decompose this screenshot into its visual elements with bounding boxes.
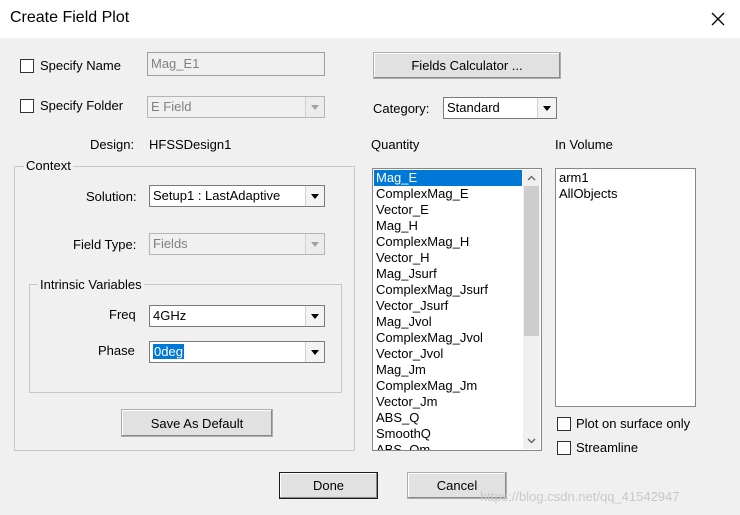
solution-value: Setup1 : LastAdaptive (153, 188, 281, 203)
list-item[interactable]: Mag_H (374, 218, 522, 234)
list-item[interactable]: Vector_Jsurf (374, 298, 522, 314)
streamline-label: Streamline (576, 440, 639, 455)
chevron-down-icon[interactable] (305, 186, 324, 206)
list-item[interactable]: Mag_Jm (374, 362, 522, 378)
design-value: HFSSDesign1 (149, 137, 232, 152)
chevron-down-icon[interactable] (305, 342, 324, 362)
list-item[interactable]: ABS_Q (374, 410, 522, 426)
scroll-down-icon[interactable] (523, 433, 540, 449)
context-group-label: Context (24, 158, 73, 173)
chevron-down-icon (305, 97, 324, 117)
quantity-items: Mag_E ComplexMag_E Vector_E Mag_H Comple… (374, 170, 522, 450)
specify-folder-label: Specify Folder (40, 98, 124, 113)
list-item[interactable]: ComplexMag_Jsurf (374, 282, 522, 298)
specify-folder-select: E Field (147, 96, 325, 118)
plot-on-surface-checkbox[interactable] (557, 417, 571, 431)
plot-on-surface-label: Plot on surface only (576, 416, 691, 431)
phase-select[interactable]: 0deg (149, 341, 325, 363)
solution-label: Solution: (86, 189, 137, 204)
list-item[interactable]: Mag_Jvol (374, 314, 522, 330)
specify-folder-checkbox[interactable] (20, 99, 34, 113)
field-type-select: Fields (149, 233, 325, 255)
category-label: Category: (373, 101, 430, 116)
specify-name-checkbox[interactable] (20, 59, 34, 73)
chevron-down-icon[interactable] (305, 306, 324, 326)
window-title: Create Field Plot (10, 9, 130, 26)
list-item[interactable]: ComplexMag_Jvol (374, 330, 522, 346)
quantity-listbox[interactable]: Mag_E ComplexMag_E Vector_E Mag_H Comple… (372, 168, 542, 451)
intrinsic-variables-group (29, 284, 342, 393)
fields-calculator-button[interactable]: Fields Calculator ... (373, 52, 561, 79)
list-item[interactable]: ComplexMag_Jm (374, 378, 522, 394)
specify-name-label: Specify Name (40, 58, 121, 73)
quantity-label: Quantity (371, 137, 420, 152)
done-button[interactable]: Done (279, 472, 378, 499)
solution-select[interactable]: Setup1 : LastAdaptive (149, 185, 325, 207)
chevron-down-icon (305, 234, 324, 254)
list-item[interactable]: ABS_Qm (374, 442, 522, 450)
in-volume-label: In Volume (555, 137, 613, 152)
category-select[interactable]: Standard (443, 97, 557, 119)
list-item[interactable]: Vector_H (374, 250, 522, 266)
freq-label: Freq (109, 307, 136, 322)
field-type-value: Fields (153, 236, 188, 251)
scroll-up-icon[interactable] (523, 170, 540, 186)
specify-folder-value: E Field (151, 99, 192, 114)
list-item[interactable]: AllObjects (557, 186, 618, 202)
list-item[interactable]: Vector_Jvol (374, 346, 522, 362)
close-button[interactable] (696, 0, 740, 38)
scrollbar-thumb[interactable] (524, 186, 539, 336)
close-icon (711, 12, 725, 26)
phase-value: 0deg (153, 344, 184, 359)
chevron-down-icon[interactable] (537, 98, 556, 118)
list-item[interactable]: ComplexMag_E (374, 186, 522, 202)
save-as-default-button[interactable]: Save As Default (121, 409, 273, 437)
watermark-text: https://blog.csdn.net/qq_41542947 (480, 489, 680, 504)
list-item[interactable]: Vector_Jm (374, 394, 522, 410)
intrinsic-variables-label: Intrinsic Variables (38, 277, 144, 292)
list-item[interactable]: Mag_Jsurf (374, 266, 522, 282)
list-item[interactable]: SmoothQ (374, 426, 522, 442)
in-volume-items: arm1 AllObjects (557, 170, 618, 202)
field-type-label: Field Type: (73, 237, 137, 252)
phase-label: Phase (98, 343, 135, 358)
streamline-checkbox[interactable] (557, 441, 571, 455)
list-item[interactable]: ComplexMag_H (374, 234, 522, 250)
specify-name-input[interactable]: Mag_E1 (147, 52, 325, 76)
list-item[interactable]: Mag_E (374, 170, 522, 186)
list-item[interactable]: arm1 (557, 170, 618, 186)
in-volume-listbox[interactable]: arm1 AllObjects (555, 168, 696, 407)
category-value: Standard (447, 100, 500, 115)
design-label: Design: (90, 137, 135, 152)
freq-value: 4GHz (153, 308, 187, 323)
list-item[interactable]: Vector_E (374, 202, 522, 218)
freq-select[interactable]: 4GHz (149, 305, 325, 327)
quantity-scrollbar[interactable] (523, 170, 540, 449)
